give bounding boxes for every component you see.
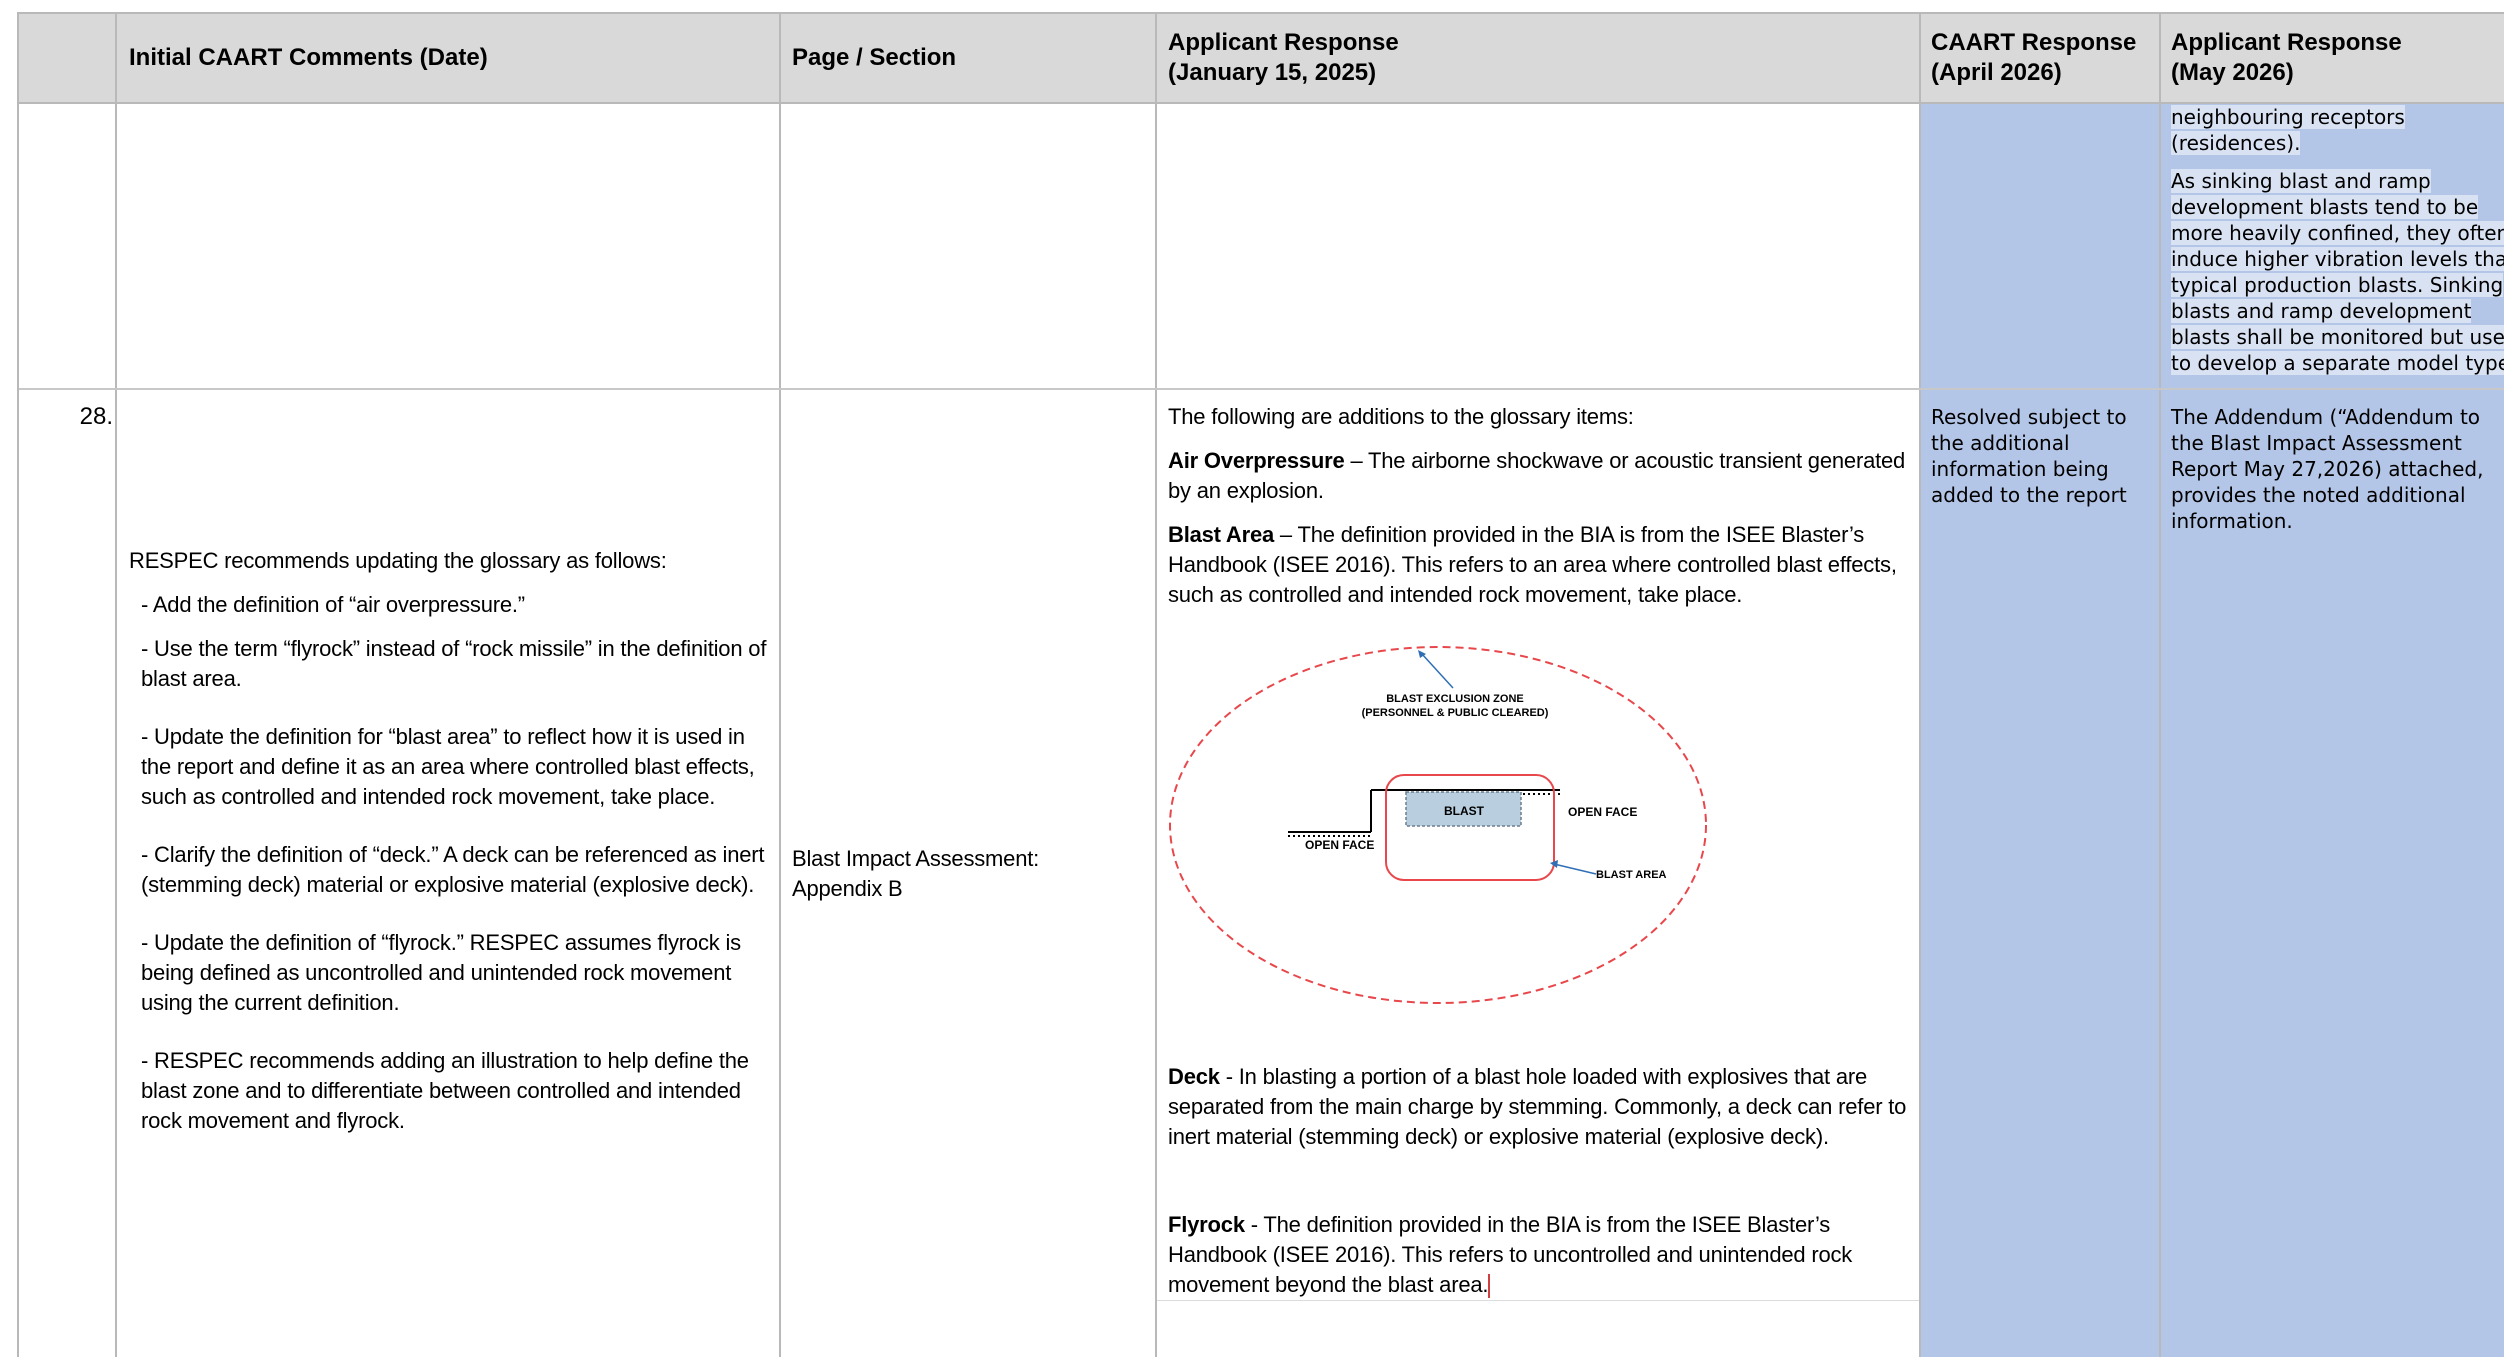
glossary-term: Deck bbox=[1168, 1064, 1220, 1089]
row-divider bbox=[19, 388, 2504, 390]
text-cursor bbox=[1488, 1274, 1491, 1299]
glossary-air-overpressure: Air Overpressure – The airborne shockwav… bbox=[1168, 448, 1906, 503]
prev-may-paragraph-2: As sinking blast and ramp development bl… bbox=[2171, 168, 2504, 376]
column-divider bbox=[1155, 14, 1157, 1357]
applicant-intro: The following are additions to the gloss… bbox=[1168, 404, 1634, 429]
comment-item: - Clarify the definition of “deck.” A de… bbox=[141, 842, 765, 897]
comments-intro: RESPEC recommends updating the glossary … bbox=[129, 548, 667, 573]
glossary-blast-area: Blast Area – The definition provided in … bbox=[1168, 522, 1897, 607]
comment-item: - Use the term “flyrock” instead of “roc… bbox=[141, 636, 767, 691]
exclusion-arrow bbox=[1421, 653, 1454, 689]
blast-label: BLAST bbox=[1444, 804, 1485, 818]
header-applicant-response-may: Applicant Response (May 2026) bbox=[2171, 29, 2402, 86]
column-divider bbox=[115, 14, 117, 1357]
may-response-cell: The Addendum (“Addendum to the Blast Imp… bbox=[2171, 405, 2484, 533]
comment-item: - RESPEC recommends adding an illustrati… bbox=[141, 1048, 749, 1133]
caart-response-cell: Resolved subject to the additional infor… bbox=[1931, 405, 2127, 507]
header-comments: Initial CAART Comments (Date) bbox=[129, 44, 488, 71]
prev-may-paragraph: neighbouring receptors (residences). bbox=[2171, 105, 2405, 155]
blast-area-arrow bbox=[1553, 863, 1597, 875]
caart-response-column-bg bbox=[1921, 104, 2159, 1357]
exclusion-zone-sublabel: (PERSONNEL & PUBLIC CLEARED) bbox=[1362, 707, 1549, 719]
prev-row-may-response: neighbouring receptors (residences). As … bbox=[2171, 104, 2504, 376]
open-face-right-label: OPEN FACE bbox=[1568, 805, 1637, 819]
comment-item: - Update the definition of “flyrock.” RE… bbox=[141, 930, 741, 1015]
column-divider bbox=[1919, 14, 1921, 1357]
glossary-flyrock: Flyrock - The definition provided in the… bbox=[1168, 1212, 1853, 1299]
header-page-section: Page / Section bbox=[792, 44, 957, 71]
column-divider bbox=[779, 14, 781, 1357]
glossary-term: Flyrock bbox=[1168, 1212, 1245, 1237]
open-face-left-label: OPEN FACE bbox=[1305, 838, 1374, 852]
applicant-response-jan-cell-lower: Deck - In blasting a portion of a blast … bbox=[1168, 1062, 1913, 1300]
blast-area-label: BLAST AREA bbox=[1596, 869, 1667, 881]
comment-response-table: Initial CAART Comments (Date) Page / Sec… bbox=[17, 12, 2504, 1357]
header-caart-response: CAART Response (April 2026) bbox=[1931, 29, 2137, 86]
glossary-term: Blast Area bbox=[1168, 522, 1275, 547]
paragraph-bottom-rule bbox=[1157, 1300, 1919, 1301]
applicant-response-jan-cell: The following are additions to the gloss… bbox=[1168, 402, 1913, 610]
exclusion-zone-label: BLAST EXCLUSION ZONE bbox=[1386, 693, 1524, 705]
glossary-term: Air Overpressure bbox=[1168, 448, 1345, 473]
comment-item: - Update the definition for “blast area”… bbox=[141, 724, 755, 809]
header-applicant-response-jan: Applicant Response (January 15, 2025) bbox=[1168, 29, 1399, 86]
initial-comments-cell: RESPEC recommends updating the glossary … bbox=[129, 546, 774, 1136]
blast-zone-diagram: BLAST EXCLUSION ZONE (PERSONNEL & PUBLIC… bbox=[1169, 646, 1707, 1004]
glossary-deck: Deck - In blasting a portion of a blast … bbox=[1168, 1064, 1907, 1149]
column-divider bbox=[2159, 14, 2161, 1357]
page-section-cell: Blast Impact Assessment: Appendix B bbox=[792, 846, 1040, 901]
row-number: 28. bbox=[79, 403, 113, 430]
comment-item: - Add the definition of “air overpressur… bbox=[141, 592, 525, 617]
